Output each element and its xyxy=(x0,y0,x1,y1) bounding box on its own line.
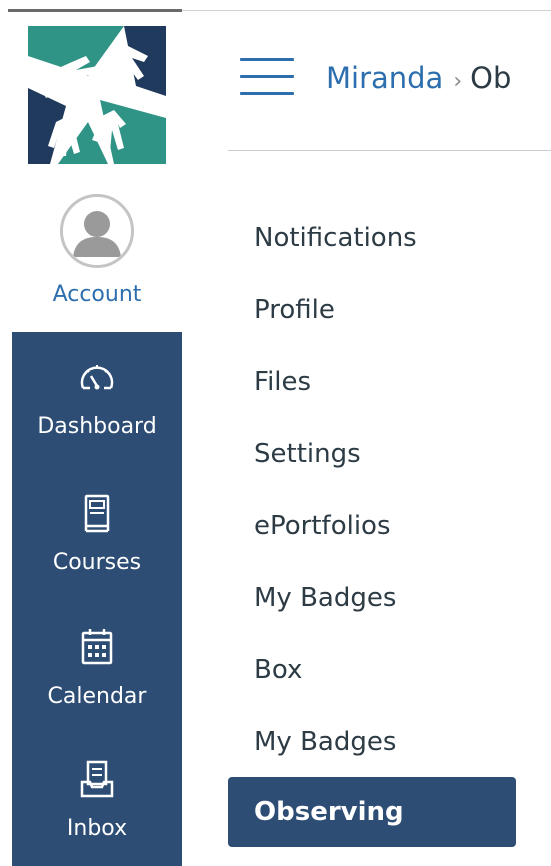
account-label: Account xyxy=(52,282,142,307)
breadcrumb: Miranda › Ob xyxy=(326,56,511,100)
nav-account[interactable]: Account xyxy=(12,194,182,332)
hamburger-menu-button[interactable] xyxy=(240,58,294,98)
calendar-icon xyxy=(81,629,113,665)
section-item-observing[interactable]: Observing xyxy=(228,777,516,847)
section-item-notifications[interactable]: Notifications xyxy=(228,216,516,260)
institution-logo[interactable] xyxy=(12,12,182,177)
nav-courses[interactable]: Courses xyxy=(12,492,182,620)
hamburger-line xyxy=(240,58,294,61)
section-item-files[interactable]: Files xyxy=(228,360,516,404)
breadcrumb-current: Ob xyxy=(470,61,512,95)
nav-menu: Dashboard Courses Calendar Inbox xyxy=(12,332,182,866)
section-item-eportfolios[interactable]: ePortfolios xyxy=(228,504,516,548)
nav-label: Courses xyxy=(52,550,142,575)
section-item-settings[interactable]: Settings xyxy=(228,432,516,476)
nav-dashboard[interactable]: Dashboard xyxy=(12,356,182,484)
nav-label: Calendar xyxy=(47,684,147,709)
breadcrumb-user-link[interactable]: Miranda xyxy=(326,61,443,95)
avatar xyxy=(60,194,134,268)
nav-inbox[interactable]: Inbox xyxy=(12,758,182,866)
nav-label: Inbox xyxy=(66,816,128,841)
hands-logo-icon xyxy=(28,25,166,164)
user-avatar-icon xyxy=(63,197,131,265)
courses-icon xyxy=(84,494,110,533)
global-nav: Account Dashboard Courses Calendar Inbox xyxy=(12,12,182,866)
section-item-my-badges-2[interactable]: My Badges xyxy=(228,720,516,764)
inbox-icon xyxy=(80,760,114,798)
section-item-my-badges[interactable]: My Badges xyxy=(228,576,516,620)
section-item-profile[interactable]: Profile xyxy=(228,288,516,332)
top-divider xyxy=(0,0,551,12)
canvas-lms-page: Account Dashboard Courses Calendar Inbox… xyxy=(0,0,551,866)
nav-label: Dashboard xyxy=(37,414,157,439)
section-item-box[interactable]: Box xyxy=(228,648,516,692)
header-divider xyxy=(228,150,551,151)
nav-calendar[interactable]: Calendar xyxy=(12,626,182,754)
dashboard-icon xyxy=(80,365,114,390)
breadcrumb-separator: › xyxy=(453,69,463,94)
hamburger-line xyxy=(240,75,294,78)
hamburger-line xyxy=(240,92,294,95)
